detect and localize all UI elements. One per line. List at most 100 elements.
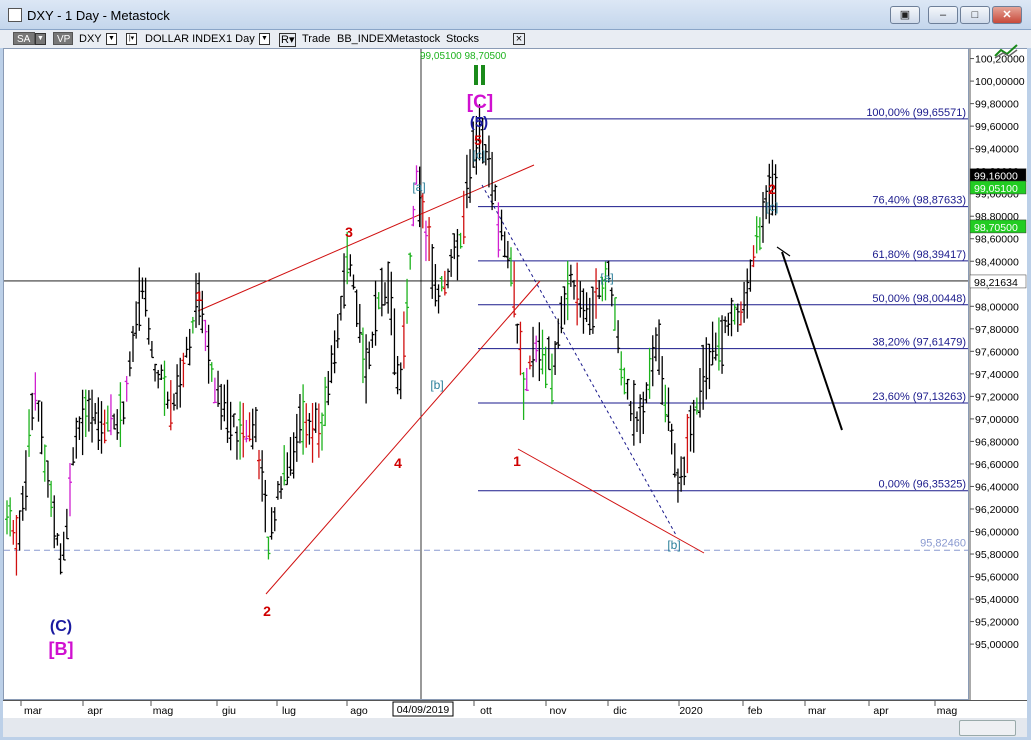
price-tick-label: 97,20000	[975, 391, 1019, 403]
price-bar	[266, 536, 271, 560]
price-bar	[102, 409, 107, 444]
price-bar	[562, 286, 567, 325]
price-tick-label: 100,00000	[975, 76, 1025, 88]
minimize-button[interactable]: –	[928, 6, 958, 24]
price-bar	[742, 281, 747, 323]
sa-button[interactable]: SA	[13, 32, 35, 45]
scrollbar-thumb[interactable]	[959, 720, 1016, 736]
price-bar	[238, 401, 243, 460]
price-bar	[279, 476, 284, 499]
price-bar	[55, 533, 60, 546]
price-bar	[590, 286, 595, 334]
price-bar	[351, 274, 356, 290]
price-bar	[679, 456, 684, 492]
price-bar	[316, 403, 321, 458]
time-label: feb	[748, 705, 763, 717]
sa-dropdown[interactable]: ▼	[35, 33, 46, 45]
period-dropdown[interactable]: ▼	[259, 33, 270, 45]
drawing-tools-icon[interactable]	[993, 42, 1019, 60]
price-bar	[263, 479, 268, 533]
period-label[interactable]: 1 Day	[226, 32, 255, 46]
vp-button[interactable]: VP	[53, 32, 73, 45]
time-label: mar	[808, 705, 827, 717]
price-bar	[584, 292, 589, 323]
price-bar	[509, 247, 513, 287]
fib-level-label: 61,80% (98,39417)	[872, 249, 966, 261]
price-bar	[329, 345, 334, 384]
price-tick-label: 98,40000	[975, 256, 1019, 268]
time-axis[interactable]: mar apr mag giu lug ago 04/09/2019 ott nov dic 202…	[3, 700, 1027, 718]
source-label: Trade	[302, 33, 331, 45]
price-bar	[647, 347, 652, 399]
price-bar	[112, 413, 117, 430]
price-bar	[486, 135, 491, 188]
price-bar	[80, 389, 85, 456]
price-bar	[543, 346, 548, 389]
close-chart-icon[interactable]: ×	[513, 33, 525, 45]
price-chart-svg[interactable]: 95,82460 99,05100 98,70500 100,00% (99,655…	[4, 49, 968, 699]
price-bar	[392, 308, 397, 376]
close-button[interactable]: ✕	[992, 6, 1022, 24]
crosshair-price-flag: 98,21634	[974, 277, 1018, 289]
window-title: DXY - 1 Day - Metastock	[27, 8, 170, 23]
price-bar	[408, 252, 413, 270]
price-bar	[288, 436, 293, 476]
price-bar	[549, 353, 554, 405]
symbol-label[interactable]: DXY	[79, 32, 102, 46]
price-bar	[304, 403, 309, 448]
wave-label-2-jun: 2	[263, 603, 271, 619]
price-bar	[105, 405, 110, 432]
price-bar	[376, 292, 381, 310]
price-bar	[250, 408, 255, 450]
wave-label-C-paren: (C)	[50, 618, 72, 635]
time-label: mar	[24, 705, 43, 717]
price-bar	[93, 403, 98, 425]
price-bar	[71, 447, 76, 466]
price-bar	[383, 282, 387, 306]
time-label: nov	[550, 705, 568, 717]
indicator-button[interactable]: |▾	[126, 33, 137, 45]
price-chart[interactable]: 95,82460 99,05100 98,70500 100,00% (99,655…	[3, 48, 969, 700]
price-bar	[455, 228, 460, 281]
price-bar	[45, 460, 50, 498]
time-label: lug	[282, 705, 296, 717]
price-tick-label: 97,00000	[975, 414, 1019, 426]
wave-label-5: 5	[474, 132, 482, 148]
price-bar	[540, 329, 545, 375]
price-tick-label: 96,00000	[975, 527, 1019, 539]
price-bar	[493, 184, 498, 201]
price-bar	[609, 287, 614, 307]
wedge-lower-line	[265, 280, 541, 595]
wave-label-C-major: [C]	[467, 92, 493, 113]
fib-level-label: 76,40% (98,87633)	[872, 195, 966, 207]
price-bar	[723, 316, 728, 334]
price-bar	[644, 382, 649, 404]
horizontal-scrollbar[interactable]	[3, 718, 1027, 737]
chart-toolbar: SA ▼ VP DXY ▼ |▾ DOLLAR INDEX 1 Day ▼ R▾…	[0, 30, 1031, 48]
price-bar	[30, 392, 35, 431]
wave-label-1-may: 1	[195, 288, 203, 304]
symbol-dropdown[interactable]: ▼	[106, 33, 117, 45]
price-bar	[442, 270, 447, 296]
time-label: ott	[480, 705, 492, 717]
price-bar	[90, 389, 95, 443]
restore-chart-button[interactable]: ▣	[890, 6, 920, 24]
price-axis[interactable]: 100,40000100,20000100,0000099,8000099,60…	[969, 48, 1027, 701]
time-label: dic	[613, 705, 626, 717]
price-bar	[496, 202, 501, 258]
r-button[interactable]: R▾	[279, 33, 297, 47]
price-bar	[178, 357, 183, 408]
maximize-button[interactable]: □	[960, 6, 990, 24]
wave-label-5-major: (5)	[470, 114, 488, 131]
price-tick-label: 95,40000	[975, 594, 1019, 606]
price-bar	[146, 317, 151, 345]
wave-label-4: 4	[394, 455, 402, 471]
index-label: BB_INDEX	[337, 33, 392, 45]
price-bar	[575, 262, 580, 326]
price-tick-label: 96,20000	[975, 504, 1019, 516]
price-bar	[42, 444, 47, 482]
price-bar	[206, 324, 211, 384]
price-bar	[187, 328, 192, 366]
price-bar	[297, 394, 302, 444]
price-bar	[499, 209, 504, 241]
